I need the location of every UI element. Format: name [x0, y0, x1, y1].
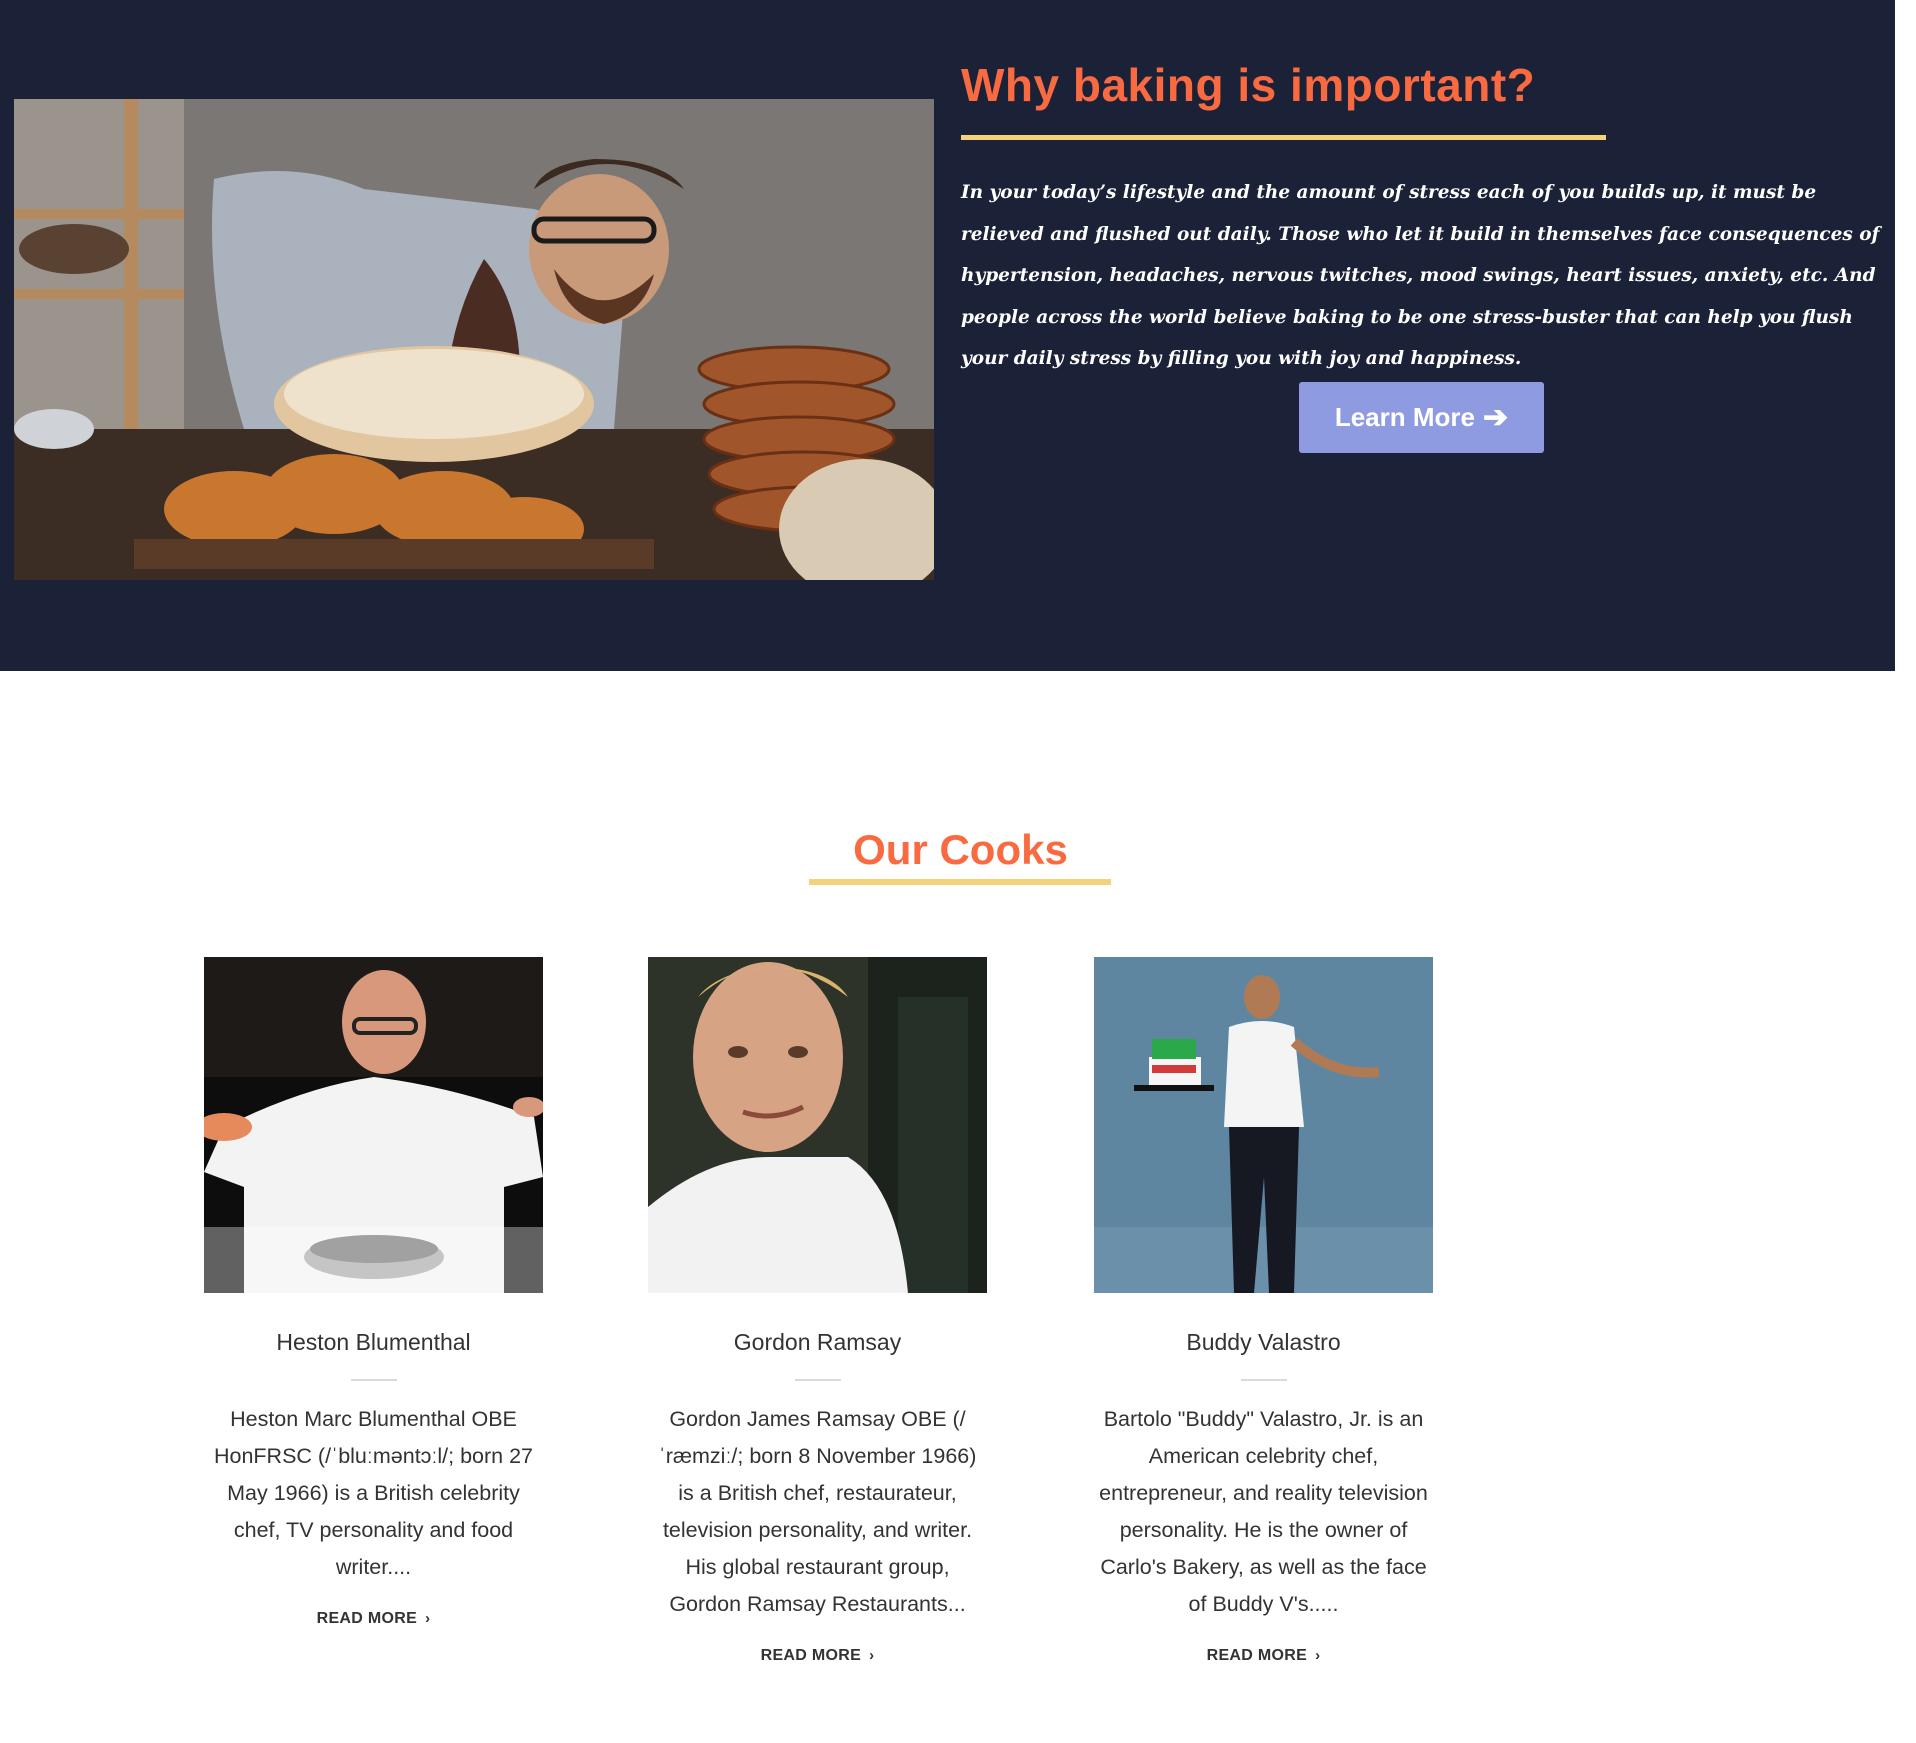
cook-card: Gordon Ramsay Gordon James Ramsay OBE (/…: [648, 957, 987, 1665]
read-more-label: READ MORE: [316, 1610, 418, 1627]
learn-more-button[interactable]: Learn More ➔: [1299, 382, 1544, 453]
name-divider: [794, 1379, 841, 1381]
name-divider: [350, 1379, 397, 1381]
baker-photo: [14, 99, 934, 580]
cook-card: Buddy Valastro Bartolo "Buddy" Valastro,…: [1094, 957, 1433, 1665]
cooks-title-underline: [809, 879, 1111, 885]
read-more-link[interactable]: READ MORE ›: [1207, 1647, 1321, 1665]
cook-photo-heston: [204, 957, 543, 1293]
read-more-link[interactable]: READ MORE ›: [317, 1610, 431, 1628]
cook-photo-gordon: [648, 957, 987, 1293]
cook-photo-buddy: [1094, 957, 1433, 1293]
read-more-link[interactable]: READ MORE ›: [761, 1647, 875, 1665]
read-more-label: READ MORE: [760, 1647, 862, 1664]
chevron-right-icon: ›: [425, 1610, 431, 1627]
hero-section: Why baking is important? In your today’s…: [0, 0, 1895, 671]
read-more-label: READ MORE: [1206, 1647, 1308, 1664]
cook-card: Heston Blumenthal Heston Marc Blumenthal…: [204, 957, 543, 1628]
cook-name: Buddy Valastro: [1186, 1329, 1341, 1355]
cook-description: Heston Marc Blumenthal OBE HonFRSC (/ˈbl…: [213, 1407, 534, 1579]
learn-more-label: Learn More: [1334, 402, 1475, 432]
name-divider: [1240, 1379, 1287, 1381]
chevron-right-icon: ›: [1315, 1647, 1321, 1664]
title-underline: [961, 135, 1606, 140]
hero-title: Why baking is important?: [961, 59, 1536, 111]
cook-description: Bartolo "Buddy" Valastro, Jr. is an Amer…: [1099, 1407, 1428, 1616]
cook-name: Heston Blumenthal: [276, 1329, 471, 1355]
cook-name: Gordon Ramsay: [733, 1329, 902, 1355]
cook-description: Gordon James Ramsay OBE (/ˈræmziː/; born…: [658, 1407, 977, 1616]
cooks-title: Our Cooks: [853, 826, 1068, 873]
chevron-right-icon: ›: [869, 1647, 875, 1664]
arrow-right-icon: ➔: [1483, 400, 1509, 434]
hero-paragraph: In your today’s lifestyle and the amount…: [961, 182, 1880, 369]
